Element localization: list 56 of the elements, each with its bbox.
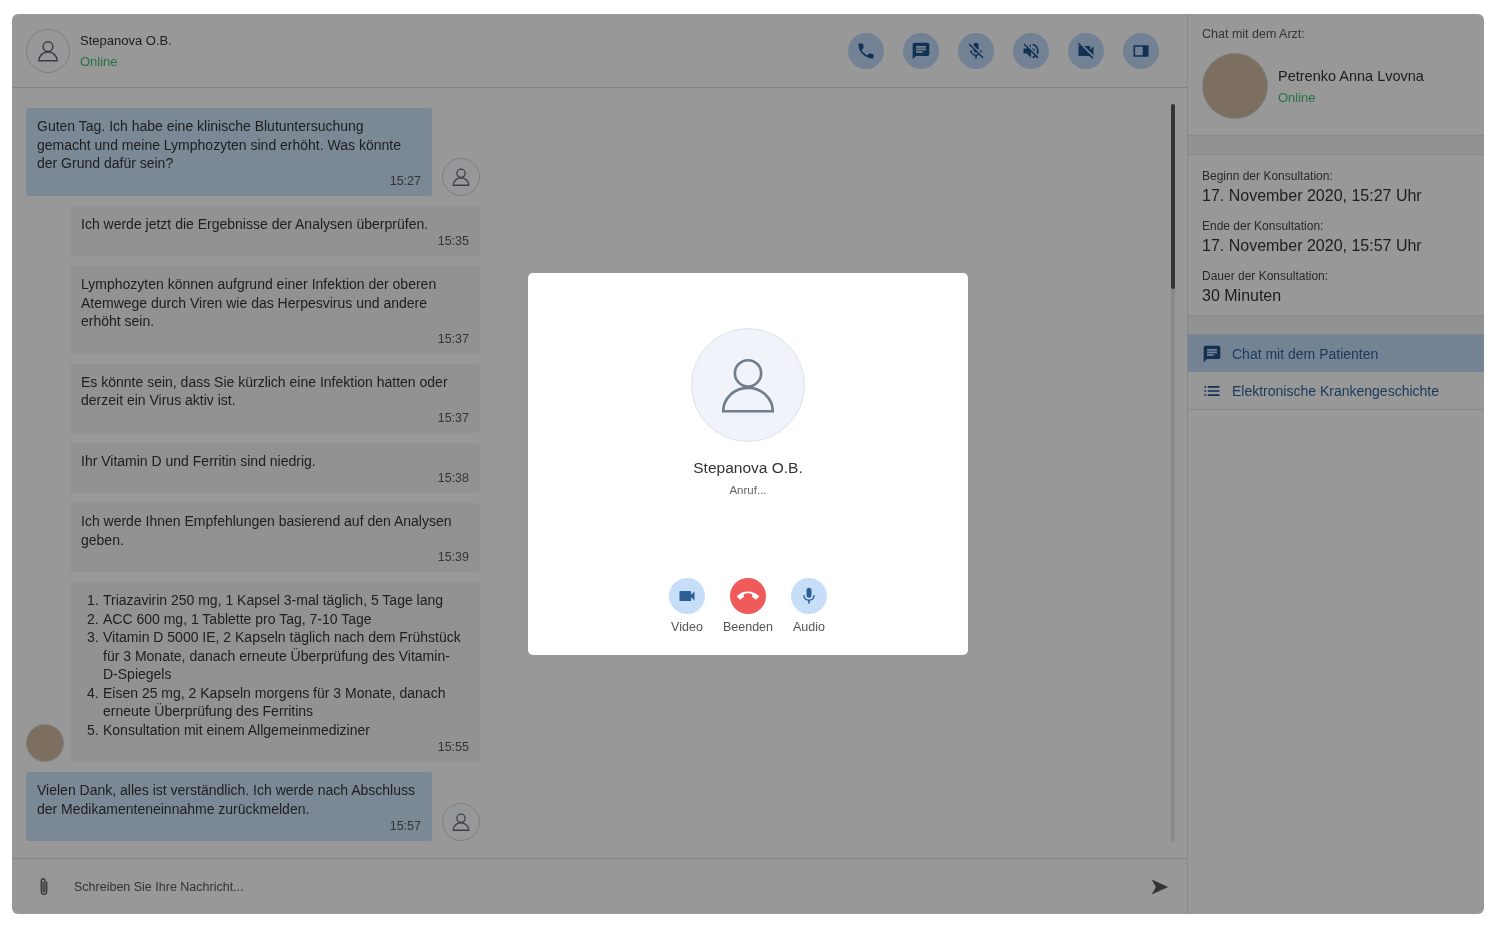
message-time: 15:55 (436, 740, 469, 754)
contact-name: Stepanova O.B. (80, 32, 172, 48)
camera-off-icon (1076, 40, 1096, 61)
end-call-button[interactable]: Beenden (722, 578, 774, 634)
list-number: 1. (87, 591, 100, 610)
microphone-off-icon (966, 40, 986, 61)
message-text: Lymphozyten können aufgrund einer Infektion der oberen Atemwege durch Viren wie das Herpesvirus und andere erhöht sein. (81, 275, 438, 331)
detail-value: 17. November 2020, 15:57 Uhr (1202, 237, 1423, 255)
user-avatar (442, 803, 480, 841)
message-text: Ich werde Ihnen Empfehlungen basierend auf den Analysen geben. (81, 512, 453, 549)
doctor-status: Online (1278, 89, 1317, 105)
detail-label: Beginn der Konsultation: (1202, 169, 1334, 183)
message-time: 15:27 (388, 173, 421, 188)
message-text: Ich werde jetzt die Ergebnisse der Analysen überprüfen. (81, 214, 430, 233)
user-avatar (26, 28, 70, 73)
message-text: Ihr Vitamin D und Ferritin sind niedrig. (81, 451, 317, 470)
list-number: 3. (87, 628, 100, 647)
caller-name: Stepanova O.B. (693, 459, 803, 477)
paperclip-icon[interactable] (38, 875, 50, 898)
message-input[interactable]: Schreiben Sie Ihre Nachricht... (72, 870, 1149, 903)
message-text: Vielen Dank, alles ist verständlich. Ich werde nach Abschluss der Medikamenteneinnahme zurückmelden. (37, 781, 416, 818)
list-item: Vitamin D 5000 IE, 2 Kapseln täglich nach dem Frühstück für 3 Monate, danach erneute Überprüfung des Vitamin-D-Spiegels (103, 628, 462, 684)
video-off-button[interactable] (1068, 32, 1104, 69)
mute-mic-button[interactable] (958, 32, 994, 69)
list-item: Triazavirin 250 mg, 1 Kapsel 3-mal täglich, 5 Tage lang (103, 591, 445, 610)
list-number: 4. (87, 683, 100, 703)
mute-sound-button[interactable] (1013, 32, 1049, 69)
sidebar-nav-item[interactable]: Elektronische Krankengeschichte (1188, 372, 1484, 409)
panel-toggle-button[interactable] (1123, 32, 1159, 69)
message-text: Guten Tag. Ich habe eine klinische Blutuntersuchung gemacht und meine Lymphozyten sind erhöht. Was könnte der Grund dafür sein? (37, 117, 402, 173)
message-time: 15:38 (436, 471, 469, 485)
detail-value: 30 Minuten (1202, 287, 1283, 305)
contact-status: Online (80, 53, 119, 69)
chat-icon (1202, 343, 1222, 364)
call-button[interactable] (848, 32, 884, 69)
detail-label: Dauer der Konsultation: (1202, 269, 1330, 283)
sidebar-title: Chat mit dem Arzt: (1202, 27, 1306, 41)
chat-icon (911, 40, 931, 61)
list-item: Konsultation mit einem Allgemeinmediziner (103, 720, 371, 739)
message-time: 15:57 (388, 819, 421, 833)
list-number: 2. (87, 609, 100, 628)
message-time: 15:37 (436, 331, 469, 346)
message-time: 15:39 (436, 550, 469, 564)
user-avatar (442, 157, 480, 196)
message-text: Es könnte sein, dass Sie kürzlich eine Infektion hatten oder derzeit ein Virus aktiv ist. (81, 372, 449, 410)
message-time: 15:35 (436, 234, 469, 248)
chat-button[interactable] (903, 32, 939, 69)
list-number: 5. (87, 720, 100, 739)
list-item: ACC 600 mg, 1 Tablette pro Tag, 7-10 Tage (103, 609, 373, 628)
list-item: Eisen 25 mg, 2 Kapseln morgens für 3 Monate, danach erneute Überprüfung des Ferritins (103, 683, 447, 721)
doctor-photo (26, 724, 64, 762)
message-time: 15:37 (436, 410, 469, 425)
detail-value: 17. November 2020, 15:27 Uhr (1202, 187, 1423, 205)
detail-label: Ende der Konsultation: (1202, 219, 1325, 233)
call-status: Anruf... (729, 484, 767, 496)
doctor-name: Petrenko Anna Lvovna (1278, 67, 1424, 84)
